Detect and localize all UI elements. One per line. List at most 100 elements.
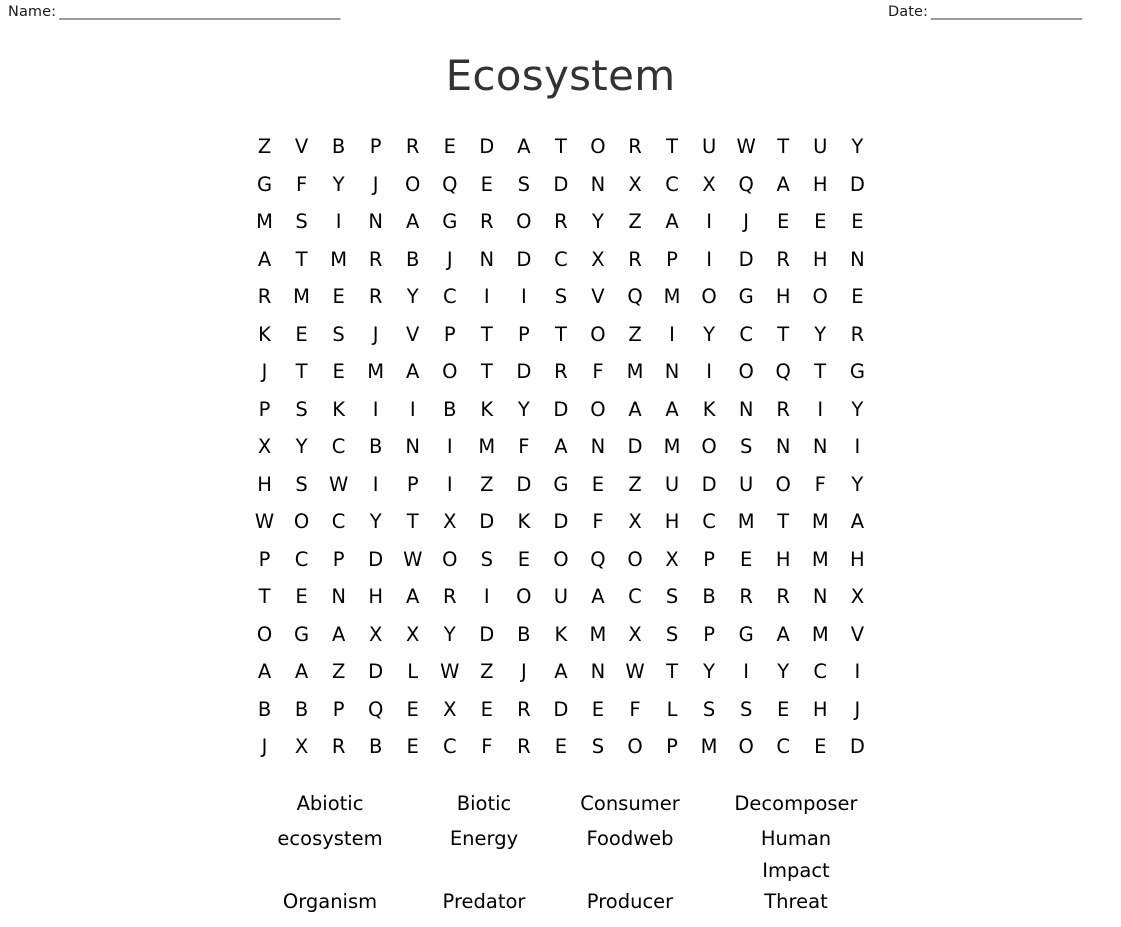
grid-letter[interactable]: P [320,541,357,579]
grid-letter[interactable]: P [691,541,728,579]
grid-letter[interactable]: F [802,466,839,504]
grid-letter[interactable]: N [468,241,505,279]
grid-letter[interactable]: I [431,466,468,504]
grid-letter[interactable]: Y [839,128,876,166]
grid-letter[interactable]: X [394,616,431,654]
grid-letter[interactable]: X [654,541,691,579]
grid-letter[interactable]: M [728,503,765,541]
grid-letter[interactable]: O [579,316,616,354]
grid-letter[interactable]: P [431,316,468,354]
grid-letter[interactable]: T [394,503,431,541]
word-list-item[interactable]: Consumer [554,788,706,823]
word-list-item[interactable]: Producer [554,886,706,921]
grid-letter[interactable]: J [246,728,283,766]
grid-letter[interactable]: D [542,391,579,429]
grid-letter[interactable]: O [691,278,728,316]
word-list-item[interactable]: Organism [246,886,414,921]
grid-letter[interactable]: J [357,166,394,204]
grid-letter[interactable]: S [728,428,765,466]
grid-letter[interactable]: M [468,428,505,466]
grid-letter[interactable]: R [616,128,653,166]
grid-letter[interactable]: E [765,691,802,729]
grid-letter[interactable]: N [320,578,357,616]
grid-letter[interactable]: M [246,203,283,241]
grid-letter[interactable]: S [320,316,357,354]
grid-letter[interactable]: R [505,728,542,766]
grid-letter[interactable]: O [542,541,579,579]
grid-letter[interactable]: T [654,128,691,166]
grid-letter[interactable]: Z [616,316,653,354]
grid-letter[interactable]: R [765,578,802,616]
grid-letter[interactable]: W [616,653,653,691]
grid-letter[interactable]: G [542,466,579,504]
grid-letter[interactable]: R [246,278,283,316]
word-list-item[interactable]: Foodweb [554,823,706,886]
grid-letter[interactable]: J [431,241,468,279]
grid-letter[interactable]: I [357,391,394,429]
grid-letter[interactable]: T [654,653,691,691]
grid-letter[interactable]: B [394,241,431,279]
grid-letter[interactable]: S [654,578,691,616]
grid-letter[interactable]: M [579,616,616,654]
grid-letter[interactable]: F [579,353,616,391]
grid-letter[interactable]: E [802,203,839,241]
word-list-item[interactable]: Predator [414,886,554,921]
grid-letter[interactable]: N [579,653,616,691]
grid-letter[interactable]: O [616,541,653,579]
grid-letter[interactable]: A [505,128,542,166]
grid-letter[interactable]: E [542,728,579,766]
grid-letter[interactable]: S [654,616,691,654]
grid-letter[interactable]: J [728,203,765,241]
grid-letter[interactable]: C [802,653,839,691]
grid-letter[interactable]: N [728,391,765,429]
grid-letter[interactable]: A [654,391,691,429]
grid-letter[interactable]: Q [765,353,802,391]
grid-letter[interactable]: B [283,691,320,729]
grid-letter[interactable]: W [728,128,765,166]
grid-letter[interactable]: V [839,616,876,654]
grid-letter[interactable]: W [394,541,431,579]
grid-letter[interactable]: Y [839,466,876,504]
grid-letter[interactable]: Z [616,466,653,504]
grid-letter[interactable]: R [839,316,876,354]
grid-letter[interactable]: O [431,541,468,579]
grid-letter[interactable]: C [283,541,320,579]
grid-letter[interactable]: M [616,353,653,391]
grid-letter[interactable]: C [728,316,765,354]
word-list-item[interactable]: Energy [414,823,554,886]
grid-letter[interactable]: J [839,691,876,729]
grid-letter[interactable]: F [505,428,542,466]
grid-letter[interactable]: A [654,203,691,241]
word-list-item[interactable]: Human Impact [706,823,886,886]
grid-letter[interactable]: E [765,203,802,241]
grid-letter[interactable]: F [468,728,505,766]
word-list-item[interactable]: Decomposer [706,788,886,823]
grid-letter[interactable]: I [691,203,728,241]
grid-letter[interactable]: I [839,428,876,466]
grid-letter[interactable]: A [542,428,579,466]
grid-letter[interactable]: R [320,728,357,766]
grid-letter[interactable]: C [691,503,728,541]
grid-letter[interactable]: T [765,503,802,541]
grid-letter[interactable]: G [431,203,468,241]
grid-letter[interactable]: D [505,241,542,279]
grid-letter[interactable]: N [765,428,802,466]
grid-letter[interactable]: C [320,503,357,541]
grid-letter[interactable]: A [616,391,653,429]
grid-letter[interactable]: P [246,541,283,579]
grid-letter[interactable]: O [691,428,728,466]
grid-letter[interactable]: N [802,428,839,466]
word-list-item[interactable]: ecosystem [246,823,414,886]
word-list-item[interactable]: Biotic [414,788,554,823]
grid-letter[interactable]: O [802,278,839,316]
grid-letter[interactable]: Q [431,166,468,204]
grid-letter[interactable]: G [246,166,283,204]
grid-letter[interactable]: B [357,428,394,466]
grid-letter[interactable]: C [542,241,579,279]
grid-letter[interactable]: R [542,203,579,241]
grid-letter[interactable]: O [246,616,283,654]
grid-letter[interactable]: P [654,728,691,766]
grid-letter[interactable]: O [505,578,542,616]
grid-letter[interactable]: A [246,653,283,691]
grid-letter[interactable]: D [468,128,505,166]
